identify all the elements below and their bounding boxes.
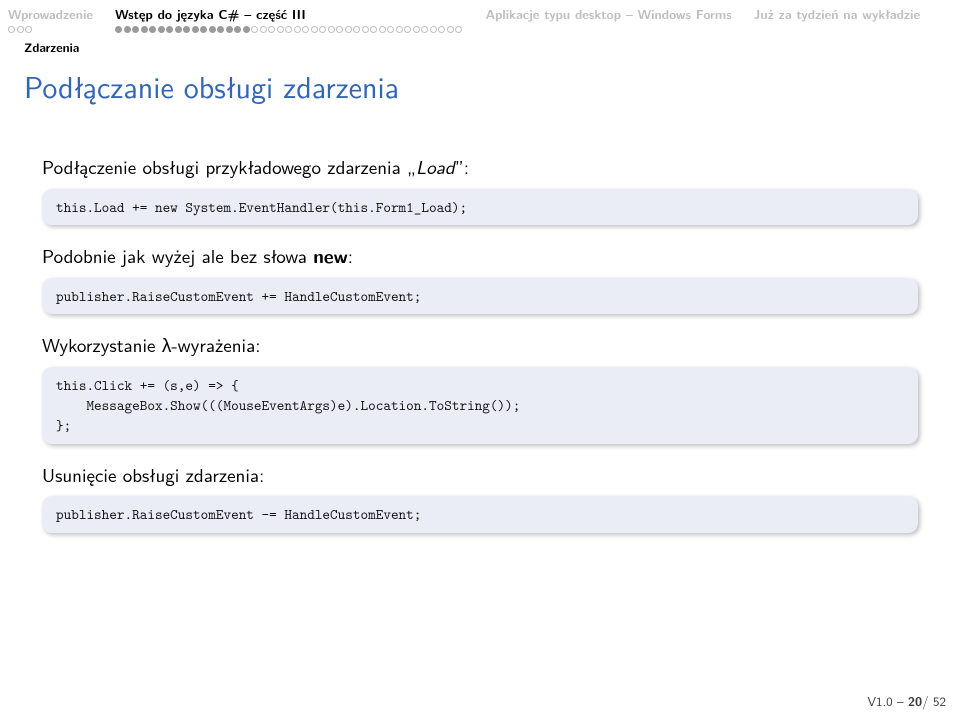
para-1: Podłączenie obsługi przykładowego zdarze…: [42, 154, 918, 179]
nav-dots-2: [486, 26, 732, 36]
nav-dot[interactable]: [362, 26, 369, 33]
nav-dot[interactable]: [226, 26, 233, 33]
nav-dot[interactable]: [166, 26, 173, 33]
para-1-pre: Podłączenie obsługi przykładowego zdarze…: [42, 152, 416, 180]
nav-title-2[interactable]: Aplikacje typu desktop – Windows Forms: [486, 4, 732, 23]
para-2-bold: new: [313, 241, 348, 269]
nav-dot[interactable]: [17, 26, 24, 33]
nav-dot[interactable]: [311, 26, 318, 33]
nav-dot[interactable]: [285, 26, 292, 33]
nav-dot[interactable]: [175, 26, 182, 33]
code-block-3: this.Click += (s,e) => { MessageBox.Show…: [42, 367, 918, 444]
nav-dot[interactable]: [192, 26, 199, 33]
slide-title: Podłączanie obsługi zdarzenia: [0, 62, 960, 116]
nav-dot[interactable]: [209, 26, 216, 33]
nav-dots-3: [754, 26, 920, 36]
nav-section-1[interactable]: Wstęp do języka C# – część III: [115, 4, 464, 36]
nav-dot[interactable]: [234, 26, 241, 33]
nav-dot[interactable]: [149, 26, 156, 33]
nav-dot[interactable]: [387, 26, 394, 33]
nav-dot[interactable]: [336, 26, 343, 33]
nav-dot[interactable]: [268, 26, 275, 33]
nav-dot[interactable]: [260, 26, 267, 33]
nav-dot[interactable]: [379, 26, 386, 33]
nav-dot[interactable]: [302, 26, 309, 33]
nav-dot[interactable]: [115, 26, 122, 33]
para-1-post: ”:: [455, 152, 469, 180]
para-2: Podobnie jak wyżej ale bez słowa new:: [42, 243, 918, 268]
nav-title-1[interactable]: Wstęp do języka C# – część III: [115, 4, 464, 23]
nav-dot[interactable]: [132, 26, 139, 33]
code-block-4: publisher.RaiseCustomEvent -= HandleCust…: [42, 496, 918, 532]
nav-dot[interactable]: [200, 26, 207, 33]
nav-sections: Wprowadzenie Wstęp do języka C# – część …: [0, 0, 960, 36]
para-3: Wykorzystanie λ-wyrażenia:: [42, 332, 918, 357]
nav-dot[interactable]: [370, 26, 377, 33]
para-2-post: :: [348, 241, 353, 269]
nav-dots-1: [115, 26, 464, 36]
nav-dot[interactable]: [455, 26, 462, 33]
nav-dot[interactable]: [183, 26, 190, 33]
nav-title-3[interactable]: Już za tydzień na wykładzie: [754, 4, 920, 23]
nav-dot[interactable]: [328, 26, 335, 33]
nav-dot[interactable]: [447, 26, 454, 33]
nav-dot[interactable]: [25, 26, 32, 33]
nav-dot[interactable]: [396, 26, 403, 33]
nav-dot[interactable]: [243, 26, 250, 33]
slide-content: Podłączenie obsługi przykładowego zdarze…: [0, 116, 960, 533]
nav-dot[interactable]: [158, 26, 165, 33]
nav-dot[interactable]: [217, 26, 224, 33]
nav-dot[interactable]: [277, 26, 284, 33]
footer-sep: –: [893, 692, 908, 711]
nav-dot[interactable]: [141, 26, 148, 33]
nav-subsection: Zdarzenia: [0, 36, 960, 62]
code-block-2: publisher.RaiseCustomEvent += HandleCust…: [42, 278, 918, 314]
nav-dots-0: [8, 26, 93, 36]
para-1-em: Load: [416, 152, 455, 180]
nav-dot[interactable]: [8, 26, 15, 33]
nav-dot[interactable]: [124, 26, 131, 33]
nav-section-0[interactable]: Wprowadzenie: [8, 4, 93, 36]
nav-dot[interactable]: [353, 26, 360, 33]
nav-title-0[interactable]: Wprowadzenie: [8, 4, 93, 23]
nav-section-2[interactable]: Aplikacje typu desktop – Windows Forms: [486, 4, 732, 36]
footer: V1.0 – 20/ 52: [867, 691, 946, 711]
footer-current-page: 20: [908, 691, 922, 710]
nav-dot[interactable]: [430, 26, 437, 33]
nav-dot[interactable]: [319, 26, 326, 33]
nav-dot[interactable]: [345, 26, 352, 33]
nav-dot[interactable]: [294, 26, 301, 33]
para-2-pre: Podobnie jak wyżej ale bez słowa: [42, 241, 313, 269]
para-4: Usunięcie obsługi zdarzenia:: [42, 462, 918, 487]
footer-version: V1.0: [867, 692, 892, 711]
nav-dot[interactable]: [404, 26, 411, 33]
nav-dot[interactable]: [438, 26, 445, 33]
nav-dot[interactable]: [421, 26, 428, 33]
code-block-1: this.Load += new System.EventHandler(thi…: [42, 189, 918, 225]
nav-dot[interactable]: [251, 26, 258, 33]
footer-total: / 52: [922, 692, 946, 711]
nav-dot[interactable]: [413, 26, 420, 33]
nav-section-3[interactable]: Już za tydzień na wykładzie: [754, 4, 920, 36]
